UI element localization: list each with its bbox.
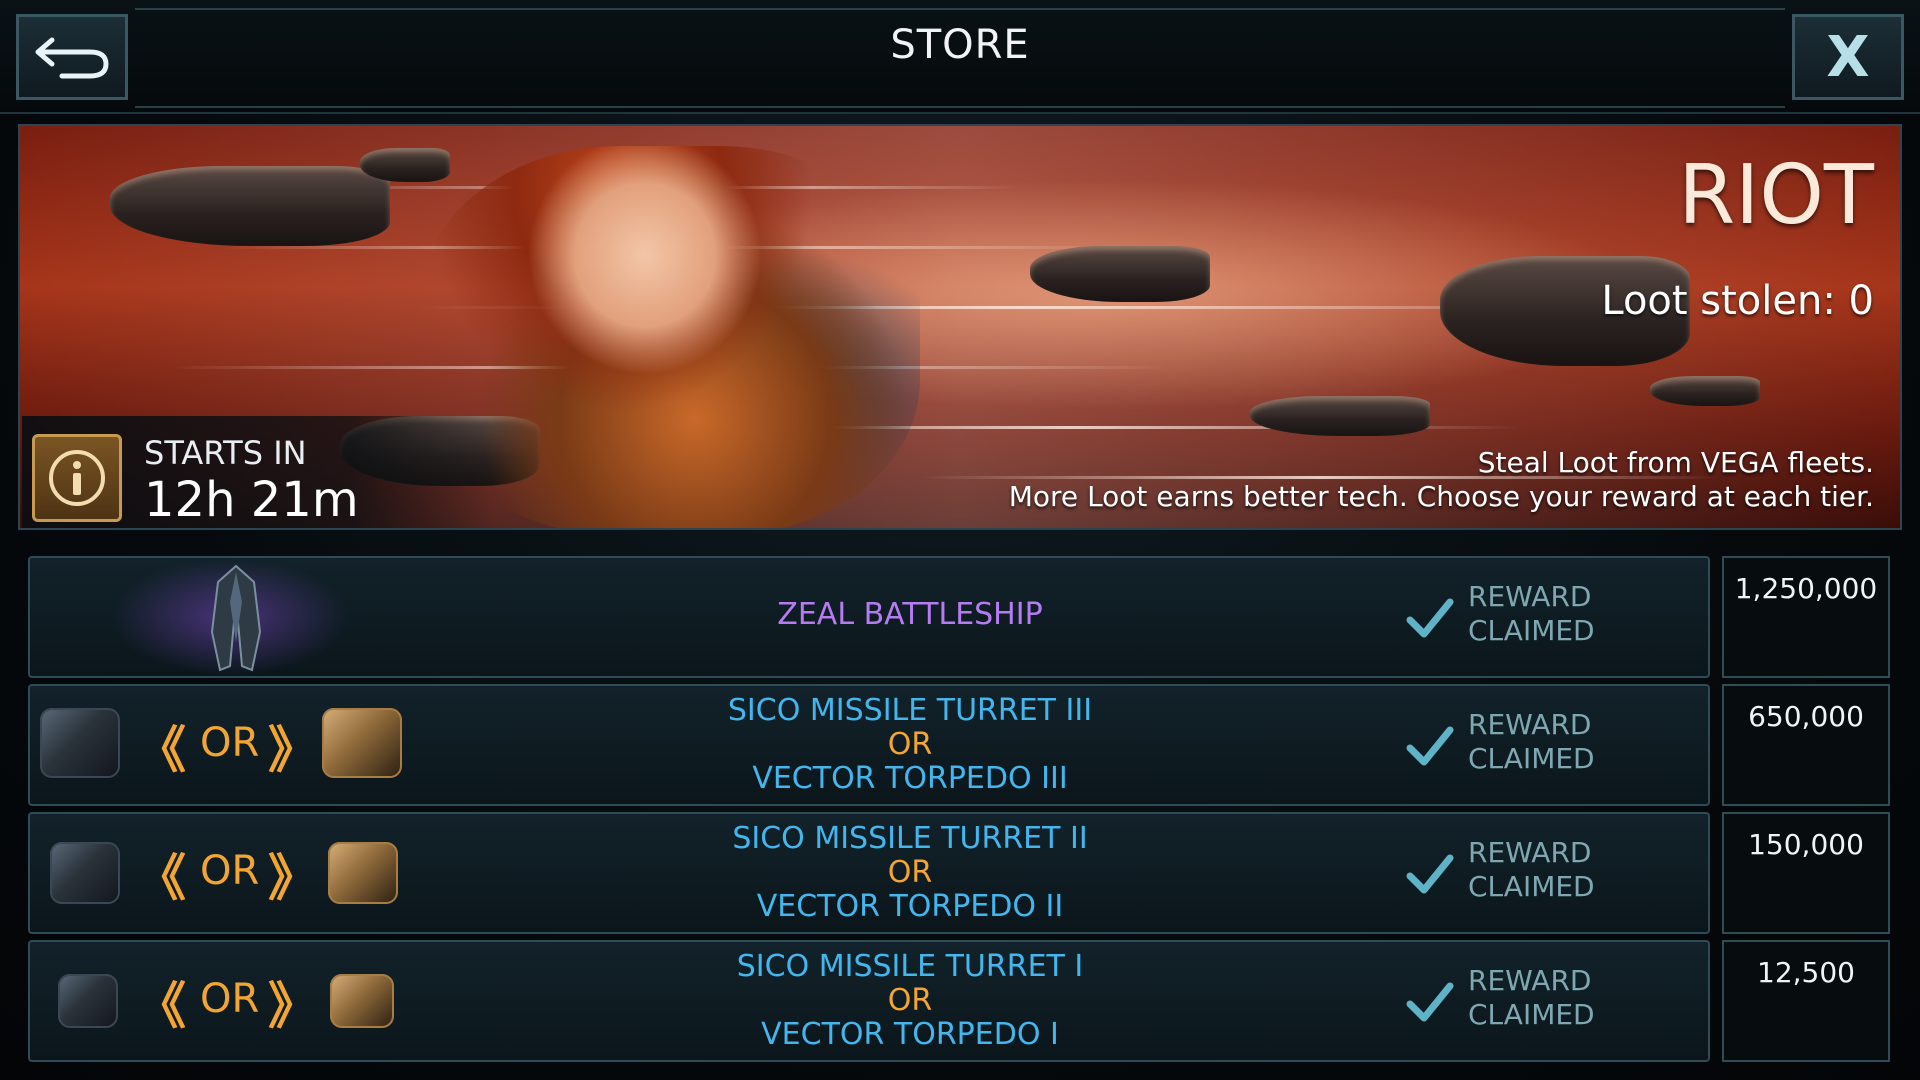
reward-option-b: VECTOR TORPEDO II xyxy=(756,889,1064,924)
reward-status-line: REWARD xyxy=(1468,580,1592,613)
reward-option-a: SICO MISSILE TURRET III xyxy=(727,693,1093,728)
tier-threshold: 650,000 xyxy=(1722,684,1890,806)
torpedo-icon[interactable] xyxy=(322,708,402,778)
enemy-ship-art xyxy=(1250,396,1430,436)
close-button[interactable]: X xyxy=(1792,14,1904,100)
reward-status-line: CLAIMED xyxy=(1468,870,1595,903)
event-title: RIOT xyxy=(1678,148,1874,243)
checkmark-icon xyxy=(1406,854,1454,894)
checkmark-icon xyxy=(1406,598,1454,638)
checkmark-icon xyxy=(1406,726,1454,766)
countdown-panel: STARTS IN 12h 21m xyxy=(22,416,492,528)
reward-status-line: REWARD xyxy=(1468,836,1592,869)
reward-name: ZEAL BATTLESHIP xyxy=(777,597,1043,632)
choice-or-label: OR xyxy=(200,976,260,1022)
reward-option-a: SICO MISSILE TURRET I xyxy=(736,949,1084,984)
choice-or-label: OR xyxy=(200,848,260,894)
battleship-icon xyxy=(210,564,262,672)
torpedo-icon[interactable] xyxy=(328,842,398,904)
reward-status-line: REWARD xyxy=(1468,964,1592,997)
chevron-right-icon: 》 xyxy=(268,849,318,907)
event-description-line: More Loot earns better tech. Choose your… xyxy=(1008,480,1874,513)
page-title: STORE xyxy=(890,22,1030,68)
reward-status-line: CLAIMED xyxy=(1468,998,1595,1031)
event-description-line: Steal Loot from VEGA fleets. xyxy=(1477,446,1874,479)
reward-status-line: CLAIMED xyxy=(1468,742,1595,775)
loot-stolen-counter: Loot stolen: 0 xyxy=(1601,278,1874,324)
reward-status-line: REWARD xyxy=(1468,708,1592,741)
missile-turret-icon[interactable] xyxy=(40,708,120,778)
info-button[interactable] xyxy=(32,434,122,522)
chevron-left-icon: 《 xyxy=(136,977,186,1035)
enemy-ship-art xyxy=(1650,376,1760,406)
reward-tier-row[interactable]: 《 OR 》 SICO MISSILE TURRET III OR VECTOR… xyxy=(28,684,1710,806)
chevron-right-icon: 》 xyxy=(268,721,318,779)
enemy-ship-art xyxy=(1030,246,1210,302)
checkmark-icon xyxy=(1406,982,1454,1022)
chevron-right-icon: 》 xyxy=(268,977,318,1035)
reward-choice-selector: 《 OR 》 xyxy=(40,956,420,1046)
countdown-label: STARTS IN xyxy=(144,434,307,472)
hero-character-art xyxy=(420,146,920,528)
reward-status: REWARD CLAIMED xyxy=(1468,580,1595,648)
tier-threshold: 1,250,000 xyxy=(1722,556,1890,678)
reward-name: SICO MISSILE TURRET III OR VECTOR TORPED… xyxy=(690,694,1130,796)
reward-status: REWARD CLAIMED xyxy=(1468,836,1595,904)
reward-or-label: OR xyxy=(887,983,933,1018)
tier-threshold: 12,500 xyxy=(1722,940,1890,1062)
reward-status: REWARD CLAIMED xyxy=(1468,964,1595,1032)
reward-tier-row[interactable]: ZEAL BATTLESHIP REWARD CLAIMED xyxy=(28,556,1710,678)
chevron-left-icon: 《 xyxy=(136,849,186,907)
reward-option-b: VECTOR TORPEDO I xyxy=(761,1017,1059,1052)
reward-or-label: OR xyxy=(887,727,933,762)
reward-status-line: CLAIMED xyxy=(1468,614,1595,647)
reward-or-label: OR xyxy=(887,855,933,890)
enemy-ship-art xyxy=(110,166,390,246)
torpedo-icon[interactable] xyxy=(330,974,394,1028)
missile-turret-icon[interactable] xyxy=(50,842,120,904)
event-description: Steal Loot from VEGA fleets. More Loot e… xyxy=(1009,446,1874,514)
reward-option-a: SICO MISSILE TURRET II xyxy=(732,821,1088,856)
enemy-ship-art xyxy=(360,148,450,182)
chevron-left-icon: 《 xyxy=(136,721,186,779)
reward-name: SICO MISSILE TURRET I OR VECTOR TORPEDO … xyxy=(690,950,1130,1052)
reward-choice-selector: 《 OR 》 xyxy=(40,700,420,790)
reward-tier-row[interactable]: 《 OR 》 SICO MISSILE TURRET II OR VECTOR … xyxy=(28,812,1710,934)
top-bar: STORE X xyxy=(0,0,1920,114)
reward-status: REWARD CLAIMED xyxy=(1468,708,1595,776)
countdown-value: 12h 21m xyxy=(144,472,359,528)
tier-threshold: 150,000 xyxy=(1722,812,1890,934)
reward-tier-row[interactable]: 《 OR 》 SICO MISSILE TURRET I OR VECTOR T… xyxy=(28,940,1710,1062)
choice-or-label: OR xyxy=(200,720,260,766)
event-banner: RIOT Loot stolen: 0 Steal Loot from VEGA… xyxy=(18,124,1902,530)
missile-turret-icon[interactable] xyxy=(58,974,118,1028)
info-icon xyxy=(49,450,105,506)
reward-option-b: VECTOR TORPEDO III xyxy=(752,761,1068,796)
reward-choice-selector: 《 OR 》 xyxy=(40,828,420,918)
reward-name: SICO MISSILE TURRET II OR VECTOR TORPEDO… xyxy=(690,822,1130,924)
